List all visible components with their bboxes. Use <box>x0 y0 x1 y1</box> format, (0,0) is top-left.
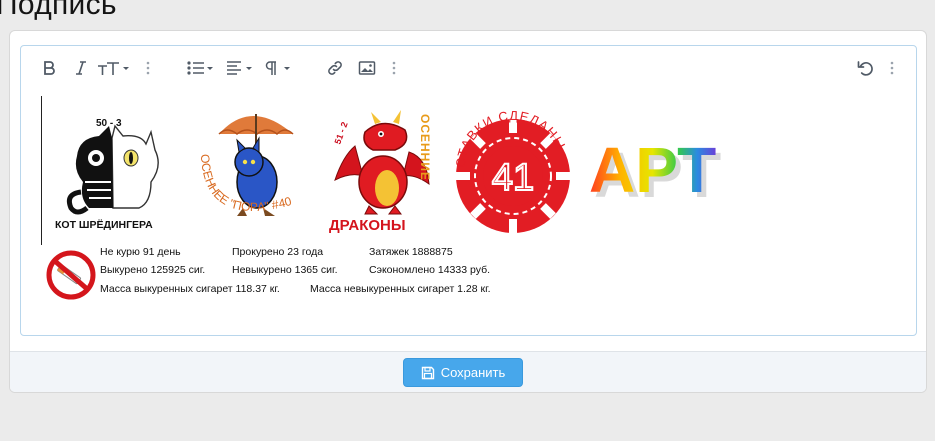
bold-icon[interactable] <box>39 56 59 80</box>
cat-caption-text: КОТ ШРЁДИНГЕРА <box>55 218 153 231</box>
poker-chip-image: 41 СТАВКИ СДЕЛАНЫ <box>453 108 570 233</box>
image-icon[interactable] <box>357 56 377 80</box>
stat-mass-smoked: Масса выкуренных сигарет 118.37 кг. <box>100 283 280 295</box>
dragon-caption-text: ДРАКОНЫ <box>329 217 406 234</box>
chip-number-text: 41 <box>492 157 534 199</box>
page-heading: Подпись <box>0 0 117 21</box>
undo-icon[interactable] <box>855 56 875 80</box>
stat-saved: Сэкономлено 14333 руб. <box>369 264 491 276</box>
quote-bar <box>41 96 42 245</box>
italic-icon[interactable] <box>71 56 91 80</box>
form-footer: Сохранить <box>10 351 926 392</box>
stat-not-smoked-cigs: Невыкурено 1365 сиг. <box>232 264 338 276</box>
no-smoking-icon <box>46 250 96 300</box>
dragon-vertical-text: ОСЕННИЕ <box>418 114 432 181</box>
stat-not-smoking: Не курю 91 день <box>100 246 181 258</box>
save-button[interactable]: Сохранить <box>403 358 523 387</box>
list-icon[interactable] <box>186 56 216 80</box>
stat-smoked-cigs: Выкурено 125925 сиг. <box>100 264 206 276</box>
dragon-number-text: 51 - 2 <box>333 121 350 146</box>
blue-cat-umbrella-image: ОСЕННЕЕ "ПОРА" #40 <box>198 114 294 216</box>
paragraph-icon[interactable] <box>264 56 294 80</box>
rich-text-editor[interactable]: 50 - 3 КОТ ШРЁДИНГЕРА ОСЕННЕЕ "ПОРА" #40… <box>20 45 917 336</box>
smoking-stats: Не курю 91 день Прокурено 23 года Затяже… <box>41 246 601 306</box>
editor-toolbar <box>21 46 916 90</box>
signature-card: 50 - 3 КОТ ШРЁДИНГЕРА ОСЕННЕЕ "ПОРА" #40… <box>9 30 927 393</box>
more-vertical-icon[interactable] <box>885 56 899 80</box>
save-icon <box>421 366 434 379</box>
art-logo-image: АРТ АРТ <box>589 134 721 204</box>
art-logo-text: АРТ <box>589 134 716 204</box>
stat-mass-not-smoked: Масса невыкуренных сигарет 1.28 кг. <box>310 283 491 295</box>
link-icon[interactable] <box>325 56 345 80</box>
save-button-label: Сохранить <box>440 365 506 380</box>
more-vertical-icon[interactable] <box>387 56 401 80</box>
red-dragon-image: 51 - 2 ДРАКОНЫ ОСЕННИЕ <box>329 110 432 234</box>
schrodinger-cat-image: 50 - 3 КОТ ШРЁДИНГЕРА <box>55 118 159 231</box>
text-size-icon[interactable] <box>97 56 131 80</box>
stat-smoked-away: Прокурено 23 года <box>232 246 324 258</box>
more-vertical-icon[interactable] <box>141 56 155 80</box>
signature-content: 50 - 3 КОТ ШРЁДИНГЕРА ОСЕННЕЕ "ПОРА" #40… <box>41 96 901 326</box>
stat-puffs: Затяжек 1888875 <box>369 246 453 258</box>
align-icon[interactable] <box>226 56 256 80</box>
